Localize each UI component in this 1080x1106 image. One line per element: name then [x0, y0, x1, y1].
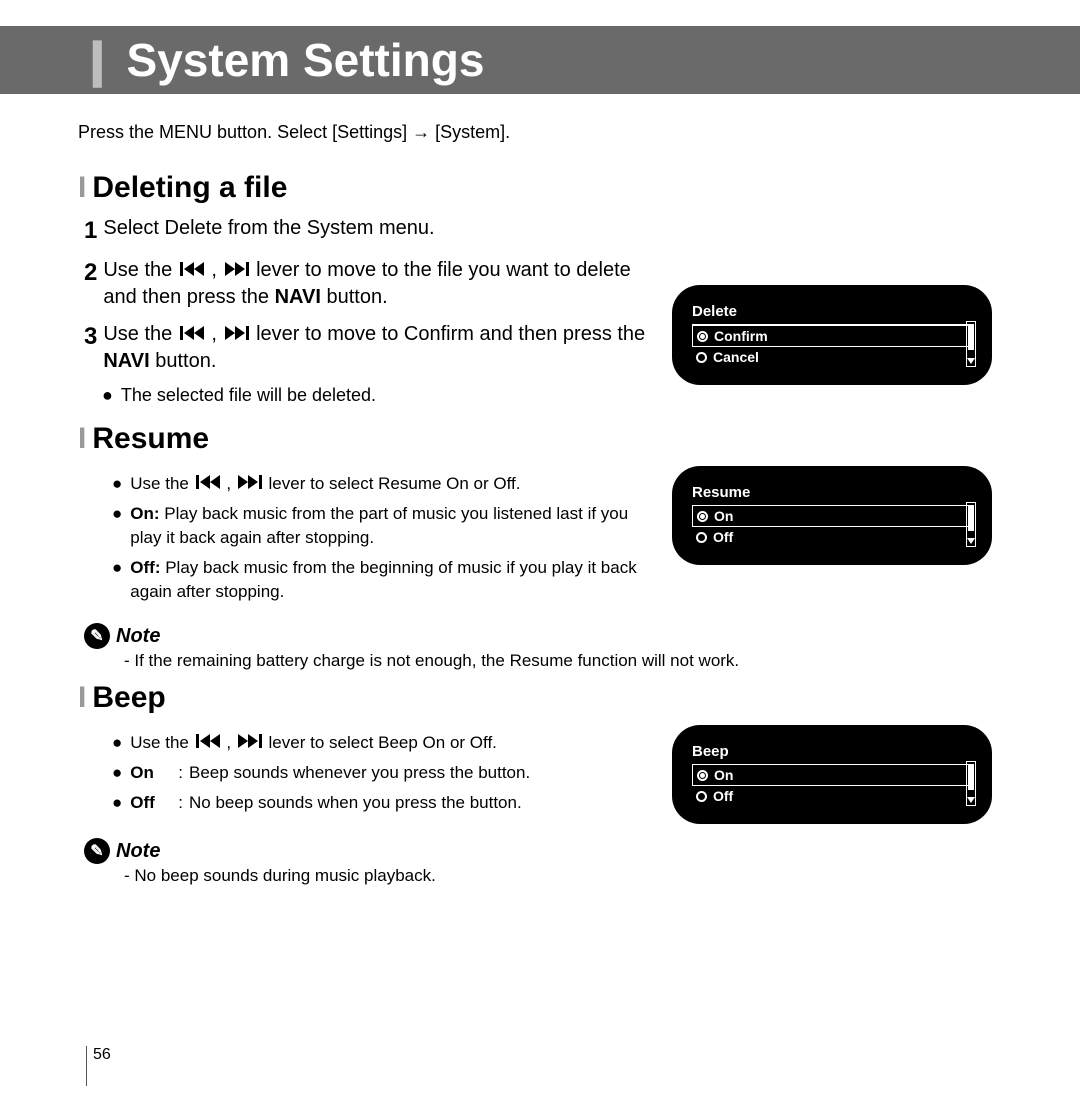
heading-pipe-icon: I	[78, 681, 86, 714]
note-header: ✎ Note	[84, 623, 1002, 649]
heading-text: Resume	[92, 422, 209, 455]
resume-note: ✎ Note - If the remaining battery charge…	[84, 623, 1002, 671]
beep-note: ✎ Note - No beep sounds during music pla…	[84, 838, 1002, 886]
device-title: Resume	[692, 484, 972, 501]
heading-text: Beep	[92, 681, 165, 714]
device-scrollbar	[966, 502, 976, 547]
radio-unselected-icon	[696, 352, 707, 363]
resume-left: ● Use the , lever to select Resume On or…	[88, 466, 652, 609]
device-title: Delete	[692, 303, 972, 320]
beep-right: Beep On Off	[672, 725, 1002, 824]
device-option-off: Off	[692, 786, 972, 806]
radio-unselected-icon	[696, 532, 707, 543]
device-scrollbar	[966, 321, 976, 367]
bullet-icon: ●	[112, 731, 122, 755]
scrollbar-arrow-icon	[967, 538, 975, 544]
step-number: 3	[84, 321, 97, 353]
page-number: 56	[86, 1046, 111, 1086]
scrollbar-thumb-icon	[968, 505, 974, 531]
resume-columns: ● Use the , lever to select Resume On or…	[78, 466, 1002, 609]
resume-off: ● Off: Play back music from the beginnin…	[112, 556, 652, 604]
scrollbar-thumb-icon	[968, 324, 974, 350]
bullet-icon: ●	[112, 556, 122, 580]
bullet-icon: ●	[102, 385, 113, 406]
next-track-icon	[225, 326, 249, 340]
device-option-off: Off	[692, 527, 972, 547]
prev-track-icon	[180, 326, 204, 340]
resume-use: ● Use the , lever to select Resume On or…	[112, 472, 652, 496]
section-heading-beep: IBeep	[78, 681, 1002, 715]
intro-text: Press the MENU button. Select [Settings]…	[78, 122, 1002, 143]
note-text: - If the remaining battery charge is not…	[124, 651, 1002, 671]
heading-text: Deleting a file	[92, 171, 287, 204]
step-1: 1 Select Delete from the System menu.	[84, 215, 652, 247]
bullet-icon: ●	[112, 791, 122, 815]
device-resume: Resume On Off	[672, 466, 992, 565]
pencil-icon: ✎	[84, 838, 110, 864]
header-bar-icon: ❙	[78, 33, 117, 87]
step-text: Use the , lever to move to the file you …	[103, 257, 652, 311]
deleting-result: ● The selected file will be deleted.	[102, 385, 652, 406]
resume-right: Resume On Off	[672, 466, 1002, 565]
note-text: - No beep sounds during music playback.	[124, 866, 1002, 886]
beep-use: ● Use the , lever to select Beep On or O…	[112, 731, 652, 755]
device-option-on: On	[692, 764, 972, 786]
note-header: ✎ Note	[84, 838, 1002, 864]
page-title: System Settings	[127, 33, 485, 87]
beep-columns: ● Use the , lever to select Beep On or O…	[78, 725, 1002, 824]
radio-unselected-icon	[696, 791, 707, 802]
step-text: Use the , lever to move to Confirm and t…	[103, 321, 652, 375]
prev-track-icon	[180, 262, 204, 276]
beep-left: ● Use the , lever to select Beep On or O…	[88, 725, 652, 820]
device-beep: Beep On Off	[672, 725, 992, 824]
scrollbar-arrow-icon	[967, 797, 975, 803]
scrollbar-arrow-icon	[967, 358, 975, 364]
device-option-confirm: Confirm	[692, 325, 972, 347]
radio-selected-icon	[697, 511, 708, 522]
device-option-on: On	[692, 505, 972, 527]
next-track-icon	[238, 734, 262, 748]
next-track-icon	[238, 475, 262, 489]
device-title: Beep	[692, 743, 972, 760]
radio-selected-icon	[697, 331, 708, 342]
heading-pipe-icon: I	[78, 422, 86, 455]
step-text: Select Delete from the System menu.	[103, 215, 434, 242]
step-number: 2	[84, 257, 97, 289]
next-track-icon	[225, 262, 249, 276]
section-heading-resume: IResume	[78, 422, 1002, 456]
prev-track-icon	[196, 475, 220, 489]
step-2: 2 Use the , lever to move to the file yo…	[84, 257, 652, 311]
beep-off: ● Off : No beep sounds when you press th…	[112, 791, 652, 815]
deleting-left: 1 Select Delete from the System menu. 2 …	[78, 215, 652, 412]
content-area: Press the MENU button. Select [Settings]…	[0, 94, 1080, 886]
pencil-icon: ✎	[84, 623, 110, 649]
radio-selected-icon	[697, 770, 708, 781]
prev-track-icon	[196, 734, 220, 748]
beep-on: ● On : Beep sounds whenever you press th…	[112, 761, 652, 785]
bullet-icon: ●	[112, 761, 122, 785]
heading-pipe-icon: I	[78, 171, 86, 204]
step-number: 1	[84, 215, 97, 247]
deleting-right: Delete Confirm Cancel	[672, 215, 1002, 385]
resume-on: ● On: Play back music from the part of m…	[112, 502, 652, 550]
section-heading-deleting: IDeleting a file	[78, 171, 1002, 205]
device-delete: Delete Confirm Cancel	[672, 285, 992, 385]
deleting-columns: 1 Select Delete from the System menu. 2 …	[78, 215, 1002, 412]
bullet-icon: ●	[112, 472, 122, 496]
deleting-steps: 1 Select Delete from the System menu. 2 …	[84, 215, 652, 375]
device-option-cancel: Cancel	[692, 347, 972, 367]
page-header: ❙ System Settings	[0, 26, 1080, 94]
scrollbar-thumb-icon	[968, 764, 974, 790]
bullet-icon: ●	[112, 502, 122, 526]
step-3: 3 Use the , lever to move to Confirm and…	[84, 321, 652, 375]
device-scrollbar	[966, 761, 976, 806]
